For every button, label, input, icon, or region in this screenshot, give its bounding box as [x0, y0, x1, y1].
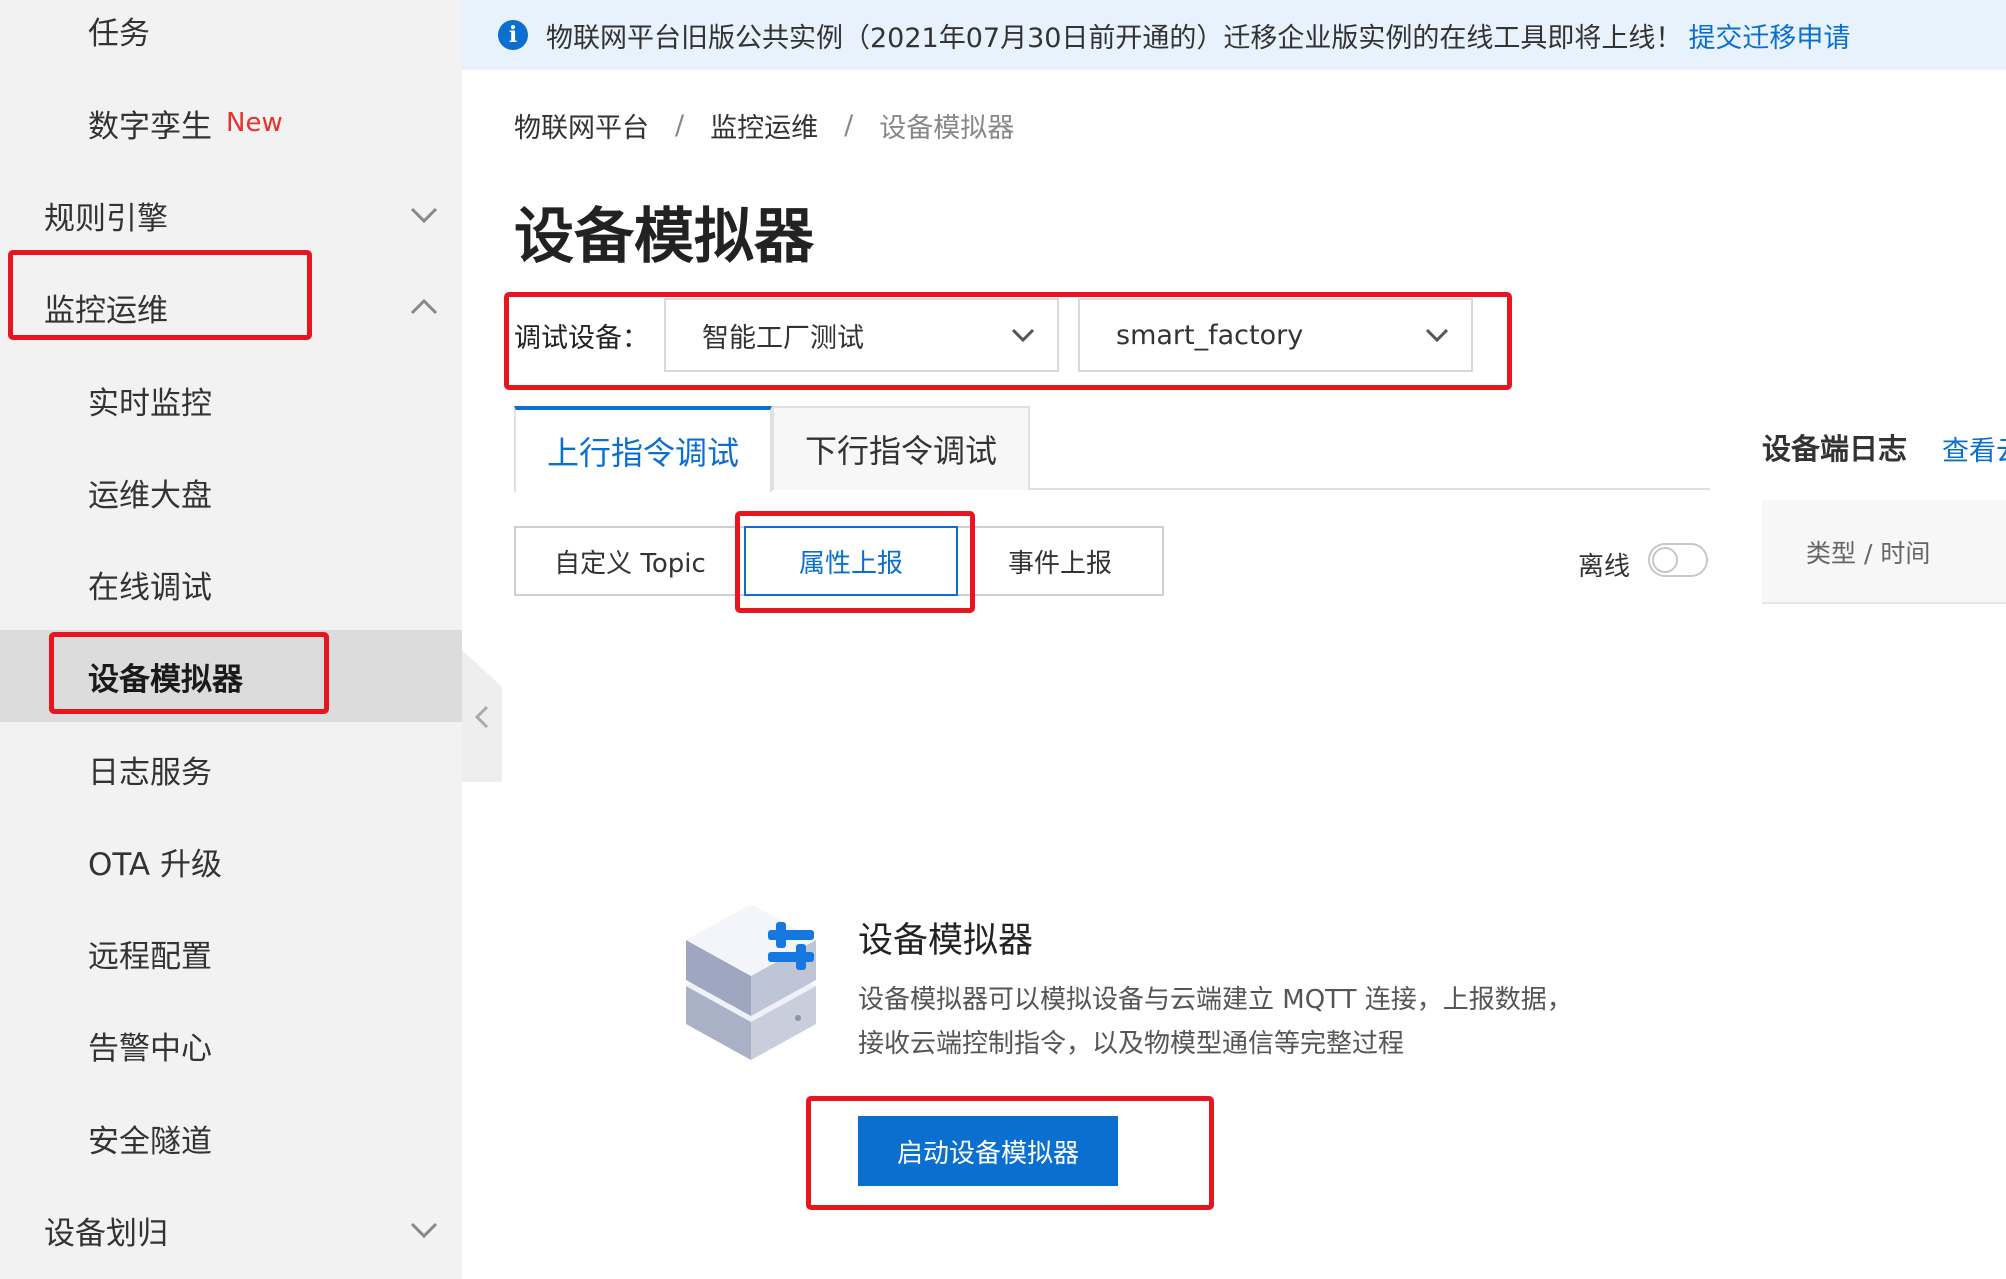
sidebar-item-ota-upgrade[interactable]: OTA 升级	[0, 815, 462, 907]
sidebar-item-monitoring-ops[interactable]: 监控运维	[0, 261, 462, 353]
log-table-header: 类型 / 时间	[1762, 500, 2006, 604]
breadcrumb-separator: /	[844, 110, 854, 141]
sidebar-item-label: 实时监控	[88, 385, 212, 422]
sidebar-item-label: 运维大盘	[88, 477, 212, 514]
sidebar-item-label: 设备划归	[44, 1215, 168, 1252]
tab-uplink-debug[interactable]: 上行指令调试	[514, 406, 772, 492]
sidebar-item-ops-dashboard[interactable]: 运维大盘	[0, 446, 462, 538]
sidebar-item-remote-config[interactable]: 远程配置	[0, 907, 462, 999]
sidebar-item-label: 安全隧道	[88, 1123, 212, 1160]
sidebar-item-digital-twin[interactable]: 数字孪生 New	[0, 77, 462, 169]
sidebar-item-tasks[interactable]: 任务	[0, 0, 462, 76]
chevron-down-icon	[410, 1222, 438, 1239]
sidebar-item-label: 任务	[88, 15, 150, 52]
chevron-left-icon	[474, 705, 489, 729]
offline-toggle[interactable]	[1648, 543, 1708, 577]
product-select-value: 智能工厂测试	[702, 322, 864, 354]
device-select-value: smart_factory	[1116, 319, 1304, 351]
banner-text: 物联网平台旧版公共实例（2021年07月30日前开通的）迁移企业版实例的在线工具…	[546, 22, 1683, 54]
sidebar-item-device-simulator[interactable]: 设备模拟器	[0, 630, 462, 722]
chevron-up-icon	[410, 298, 438, 315]
product-select[interactable]: 智能工厂测试	[664, 298, 1059, 372]
segment-custom-topic[interactable]: 自定义 Topic	[514, 526, 746, 596]
debug-device-label: 调试设备：	[514, 322, 649, 354]
tab-downlink-debug[interactable]: 下行指令调试	[772, 406, 1030, 490]
breadcrumb-separator: /	[675, 110, 685, 141]
empty-state-description: 设备模拟器可以模拟设备与云端建立 MQTT 连接，上报数据，接收云端控制指令，以…	[858, 985, 1573, 1059]
view-cloud-log-link[interactable]: 查看云	[1942, 429, 2006, 468]
new-badge: New	[226, 108, 283, 138]
sidebar-item-rule-engine[interactable]: 规则引擎	[0, 169, 462, 261]
breadcrumb-item-iot-platform[interactable]: 物联网平台	[514, 106, 649, 145]
sidebar-item-label: 日志服务	[88, 754, 212, 791]
offline-label: 离线	[1578, 552, 1631, 582]
toggle-knob	[1652, 547, 1678, 573]
debug-device-selector: 调试设备： 智能工厂测试 smart_factory	[514, 298, 1473, 372]
notice-banner: i 物联网平台旧版公共实例（2021年07月30日前开通的）迁移企业版实例的在线…	[462, 0, 2006, 70]
breadcrumb-item-current: 设备模拟器	[879, 113, 1015, 144]
segment-event-report[interactable]: 事件上报	[956, 526, 1164, 596]
sidebar-item-label: 监控运维	[44, 292, 168, 329]
sidebar-item-secure-tunnel[interactable]: 安全隧道	[0, 1092, 462, 1184]
sidebar: 任务 数字孪生 New 规则引擎 监控运维 实时监控 运维大盘 在线调试 设备模…	[0, 0, 462, 1279]
sidebar-item-device-assignment[interactable]: 设备划归	[0, 1184, 462, 1276]
sidebar-collapse-handle[interactable]	[462, 650, 502, 782]
device-log-title: 设备端日志	[1762, 432, 1908, 466]
sidebar-item-label: 规则引擎	[44, 200, 168, 237]
device-select[interactable]: smart_factory	[1078, 298, 1473, 372]
sidebar-item-label: 远程配置	[88, 938, 212, 975]
debug-tabs: 上行指令调试 下行指令调试	[514, 406, 1710, 492]
breadcrumb: 物联网平台 / 监控运维 / 设备模拟器	[514, 106, 1014, 145]
log-column-type-time: 类型 / 时间	[1806, 539, 1931, 568]
chevron-down-icon	[1011, 328, 1035, 343]
sidebar-item-online-debug[interactable]: 在线调试	[0, 538, 462, 630]
chevron-down-icon	[1425, 328, 1449, 343]
sidebar-item-label: 在线调试	[88, 569, 212, 606]
sidebar-item-label: OTA 升级	[88, 846, 222, 883]
banner-link-migration-request[interactable]: 提交迁移申请	[1688, 16, 1850, 55]
sidebar-item-label: 设备模拟器	[88, 661, 243, 698]
sidebar-item-realtime-monitoring[interactable]: 实时监控	[0, 354, 462, 446]
chevron-down-icon	[410, 207, 438, 224]
sidebar-item-log-service[interactable]: 日志服务	[0, 723, 462, 815]
sidebar-item-label: 数字孪生	[88, 108, 212, 145]
page-title: 设备模拟器	[514, 202, 814, 272]
sidebar-item-alarm-center[interactable]: 告警中心	[0, 999, 462, 1091]
empty-state-title: 设备模拟器	[858, 921, 1034, 961]
start-device-simulator-button[interactable]: 启动设备模拟器	[858, 1116, 1118, 1186]
info-icon: i	[498, 20, 528, 50]
sidebar-item-label: 告警中心	[88, 1030, 212, 1067]
breadcrumb-item-monitoring-ops[interactable]: 监控运维	[710, 106, 818, 145]
device-simulator-icon	[686, 906, 816, 1060]
segment-property-report[interactable]: 属性上报	[744, 526, 958, 596]
